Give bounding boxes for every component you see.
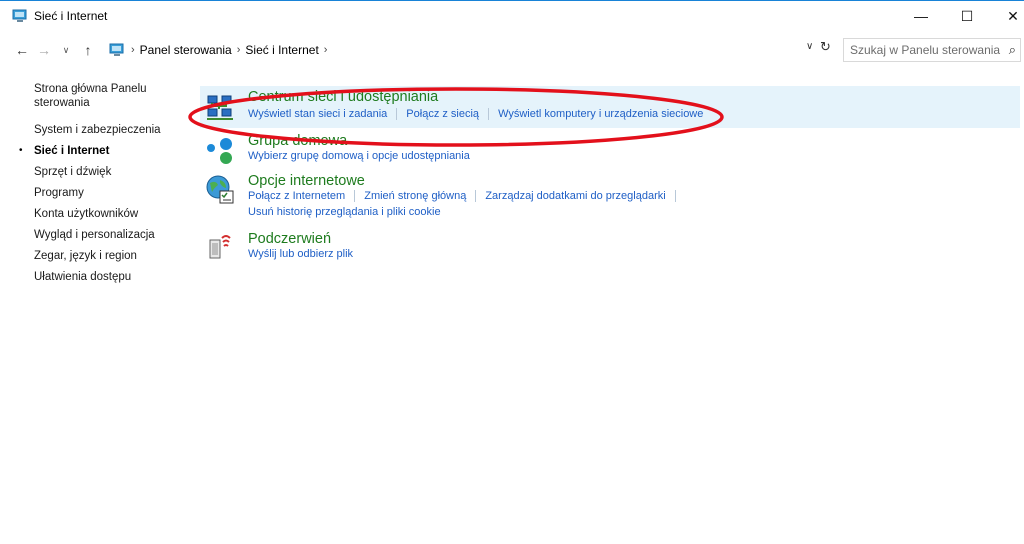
sidebar-item-appearance[interactable]: Wygląd i personalizacja bbox=[34, 228, 155, 243]
category-internet-options[interactable]: Opcje internetowe Połącz z Internetem Zm… bbox=[200, 170, 1020, 220]
maximize-button[interactable]: ☐ bbox=[944, 1, 990, 31]
link-view-network-computers[interactable]: Wyświetl komputery i urządzenia sieciowe bbox=[498, 108, 703, 120]
close-button[interactable]: ✕ bbox=[990, 1, 1024, 31]
sidebar-item-home[interactable]: Strona główna Panelu bbox=[34, 82, 147, 97]
link-choose-homegroup[interactable]: Wybierz grupę domową i opcje udostępnian… bbox=[248, 150, 470, 162]
sidebar-item-ease-of-access[interactable]: Ułatwienia dostępu bbox=[34, 270, 131, 285]
breadcrumb-network-internet[interactable]: Sieć i Internet bbox=[245, 43, 318, 57]
sidebar-item-system-security[interactable]: System i zabezpieczenia bbox=[34, 123, 161, 138]
refresh-button[interactable]: ↻ bbox=[820, 39, 831, 55]
category-links: Wyślij lub odbierz plik bbox=[248, 248, 353, 260]
link-view-network-status[interactable]: Wyświetl stan sieci i zadania bbox=[248, 108, 387, 120]
back-button[interactable]: ← bbox=[12, 40, 32, 60]
link-connect-to-network[interactable]: Połącz z siecią bbox=[406, 108, 479, 120]
sidebar-item-user-accounts[interactable]: Konta użytkowników bbox=[34, 207, 138, 222]
search-box[interactable]: Szukaj w Panelu sterowania ⌕ bbox=[843, 38, 1021, 62]
link-change-homepage[interactable]: Zmień stronę główną bbox=[364, 190, 466, 202]
link-divider bbox=[354, 190, 356, 202]
search-input[interactable]: Szukaj w Panelu sterowania bbox=[850, 43, 1000, 57]
category-links: Wyświetl stan sieci i zadania Połącz z s… bbox=[248, 108, 703, 120]
category-links: Wybierz grupę domową i opcje udostępnian… bbox=[248, 150, 470, 162]
control-panel-icon bbox=[12, 9, 27, 22]
minimize-button[interactable]: — bbox=[898, 1, 944, 31]
up-button[interactable]: ↑ bbox=[78, 40, 98, 60]
window-title: Sieć i Internet bbox=[34, 9, 108, 23]
title-bar: Sieć i Internet — ☐ ✕ bbox=[0, 0, 1024, 30]
search-icon[interactable]: ⌕ bbox=[1009, 42, 1016, 58]
homegroup-icon bbox=[207, 138, 232, 164]
category-links: Usuń historię przeglądania i pliki cooki… bbox=[248, 206, 441, 218]
category-title[interactable]: Opcje internetowe bbox=[248, 173, 365, 189]
internet-options-icon bbox=[206, 175, 234, 204]
sidebar-item-programs[interactable]: Programy bbox=[34, 186, 84, 201]
link-manage-addons[interactable]: Zarządzaj dodatkami do przeglądarki bbox=[485, 190, 665, 202]
link-divider bbox=[475, 190, 477, 202]
sidebar-item-network-internet: Sieć i Internet bbox=[34, 145, 110, 157]
link-divider bbox=[488, 108, 490, 120]
link-delete-history[interactable]: Usuń historię przeglądania i pliki cooki… bbox=[248, 206, 441, 218]
active-marker: • bbox=[19, 145, 23, 156]
sidebar-item-hardware-sound[interactable]: Sprzęt i dźwięk bbox=[34, 165, 111, 180]
breadcrumb-separator[interactable]: › bbox=[324, 44, 328, 56]
category-title[interactable]: Podczerwień bbox=[248, 231, 331, 247]
breadcrumb-separator[interactable]: › bbox=[131, 44, 135, 56]
infrared-icon bbox=[209, 235, 231, 259]
sidebar-item-home[interactable]: sterowania bbox=[34, 96, 90, 111]
link-divider bbox=[674, 190, 676, 202]
category-title[interactable]: Centrum sieci i udostępniania bbox=[248, 89, 438, 105]
breadcrumb-separator[interactable]: › bbox=[237, 44, 241, 56]
control-panel-icon bbox=[109, 43, 124, 56]
forward-button[interactable]: → bbox=[34, 40, 54, 60]
category-infrared[interactable]: Podczerwień Wyślij lub odbierz plik bbox=[200, 228, 1020, 266]
category-network-sharing-center[interactable]: Centrum sieci i udostępniania Wyświetl s… bbox=[200, 86, 1020, 128]
category-links: Połącz z Internetem Zmień stronę główną … bbox=[248, 190, 685, 202]
recent-locations-button[interactable]: ∨ bbox=[56, 40, 76, 60]
category-title[interactable]: Grupa domowa bbox=[248, 133, 347, 149]
category-homegroup[interactable]: Grupa domowa Wybierz grupę domową i opcj… bbox=[200, 130, 1020, 166]
address-bar[interactable]: › Panel sterowania › Sieć i Internet › bbox=[103, 38, 835, 62]
breadcrumb-control-panel[interactable]: Panel sterowania bbox=[140, 43, 232, 57]
link-divider bbox=[396, 108, 398, 120]
link-connect-internet[interactable]: Połącz z Internetem bbox=[248, 190, 345, 202]
address-dropdown-button[interactable]: ∨ bbox=[806, 41, 813, 52]
navigation-bar: ← → ∨ ↑ › Panel sterowania › Sieć i Inte… bbox=[0, 36, 1024, 64]
link-send-receive-file[interactable]: Wyślij lub odbierz plik bbox=[248, 248, 353, 260]
network-center-icon bbox=[207, 95, 233, 120]
sidebar-item-clock-region[interactable]: Zegar, język i region bbox=[34, 249, 137, 264]
